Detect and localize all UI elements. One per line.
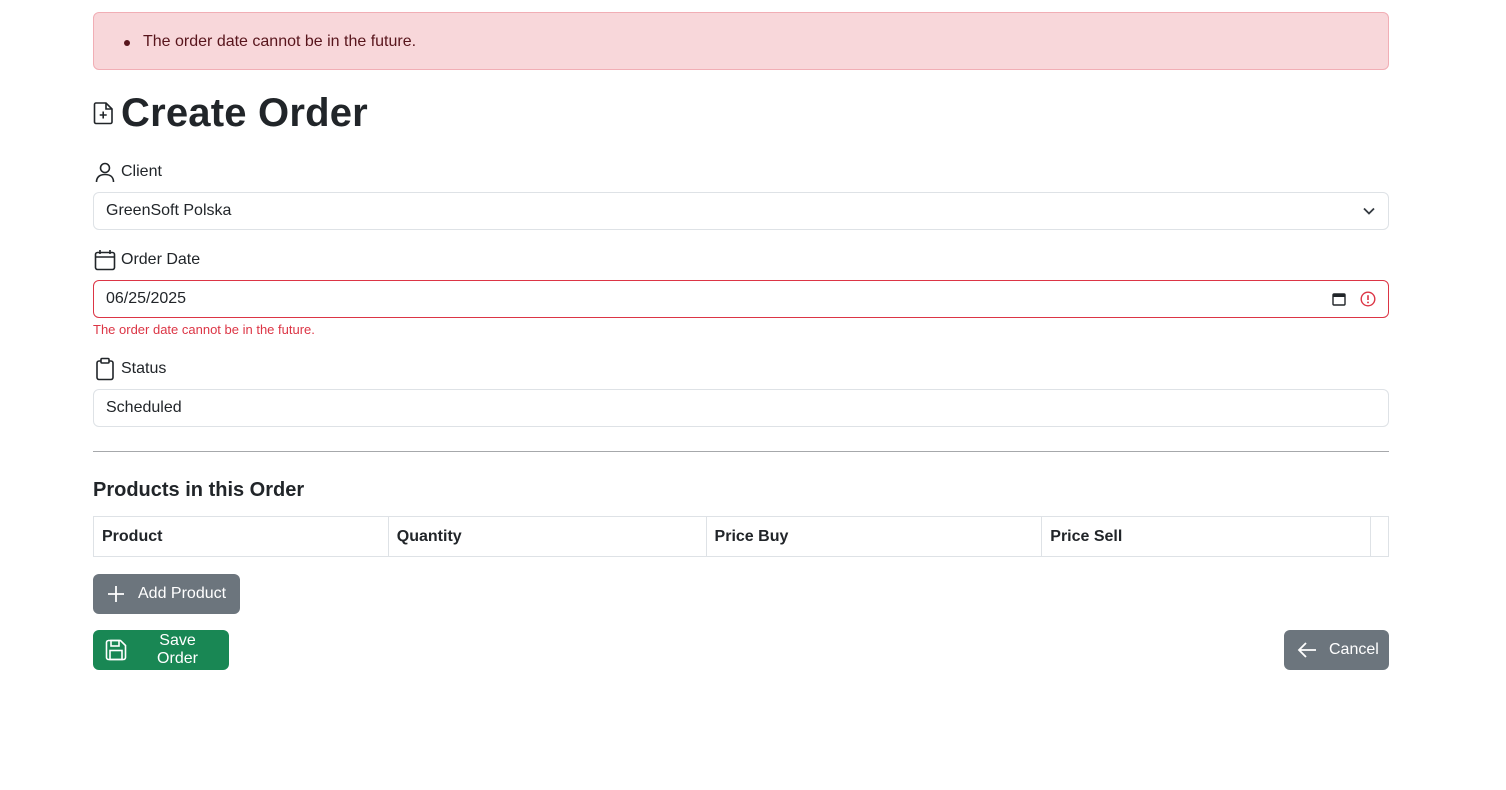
section-divider	[93, 451, 1389, 452]
client-select-value: GreenSoft Polska	[106, 202, 232, 219]
column-header-actions	[1369, 516, 1390, 557]
client-label: Client	[93, 160, 162, 184]
client-select[interactable]: GreenSoft Polska	[93, 192, 1389, 230]
status-input[interactable]: Scheduled	[93, 389, 1389, 427]
cancel-button[interactable]: Cancel	[1284, 630, 1389, 670]
error-list: The order date cannot be in the future.	[124, 33, 416, 51]
save-order-button[interactable]: Save Order	[93, 630, 229, 670]
add-product-label: Add Product	[138, 585, 227, 602]
add-product-button[interactable]: Add Product	[93, 574, 240, 614]
page-title: Create Order	[121, 91, 368, 135]
validation-error-alert: The order date cannot be in the future.	[93, 12, 1389, 70]
table-header-row: Product Quantity Price Buy Price Sell	[93, 516, 1390, 557]
order-form-container: The order date cannot be in the future. …	[93, 12, 1390, 670]
column-header-price-buy: Price Buy	[705, 516, 1043, 557]
calendar-icon	[93, 248, 117, 272]
arrow-left-icon	[1296, 639, 1318, 661]
page-header: Create Order	[93, 90, 368, 136]
order-date-label-text: Order Date	[121, 251, 201, 268]
status-value: Scheduled	[106, 399, 182, 416]
order-date-error-message: The order date cannot be in the future.	[93, 322, 315, 337]
client-label-text: Client	[121, 163, 162, 180]
column-header-price-sell: Price Sell	[1041, 516, 1371, 557]
clipboard-icon	[93, 357, 117, 381]
save-icon	[105, 639, 127, 661]
status-label: Status	[93, 357, 166, 381]
person-icon	[93, 160, 117, 184]
cancel-label: Cancel	[1329, 641, 1379, 658]
calendar-picker-icon[interactable]	[1332, 292, 1346, 306]
error-list-item: The order date cannot be in the future.	[124, 33, 416, 51]
save-order-label: Save Order	[157, 632, 198, 667]
products-table: Product Quantity Price Buy Price Sell	[93, 516, 1390, 557]
order-date-input[interactable]: 06/25/2025	[93, 280, 1389, 318]
column-header-quantity: Quantity	[387, 516, 707, 557]
products-section-title: Products in this Order	[93, 479, 305, 501]
plus-icon	[105, 583, 127, 605]
order-date-label: Order Date	[93, 248, 200, 272]
file-plus-icon	[93, 101, 115, 125]
order-date-value: 06/25/2025	[106, 290, 187, 307]
error-circle-icon	[1360, 291, 1376, 307]
column-header-product: Product	[93, 516, 389, 557]
status-label-text: Status	[121, 360, 167, 377]
chevron-down-icon	[1362, 206, 1376, 216]
